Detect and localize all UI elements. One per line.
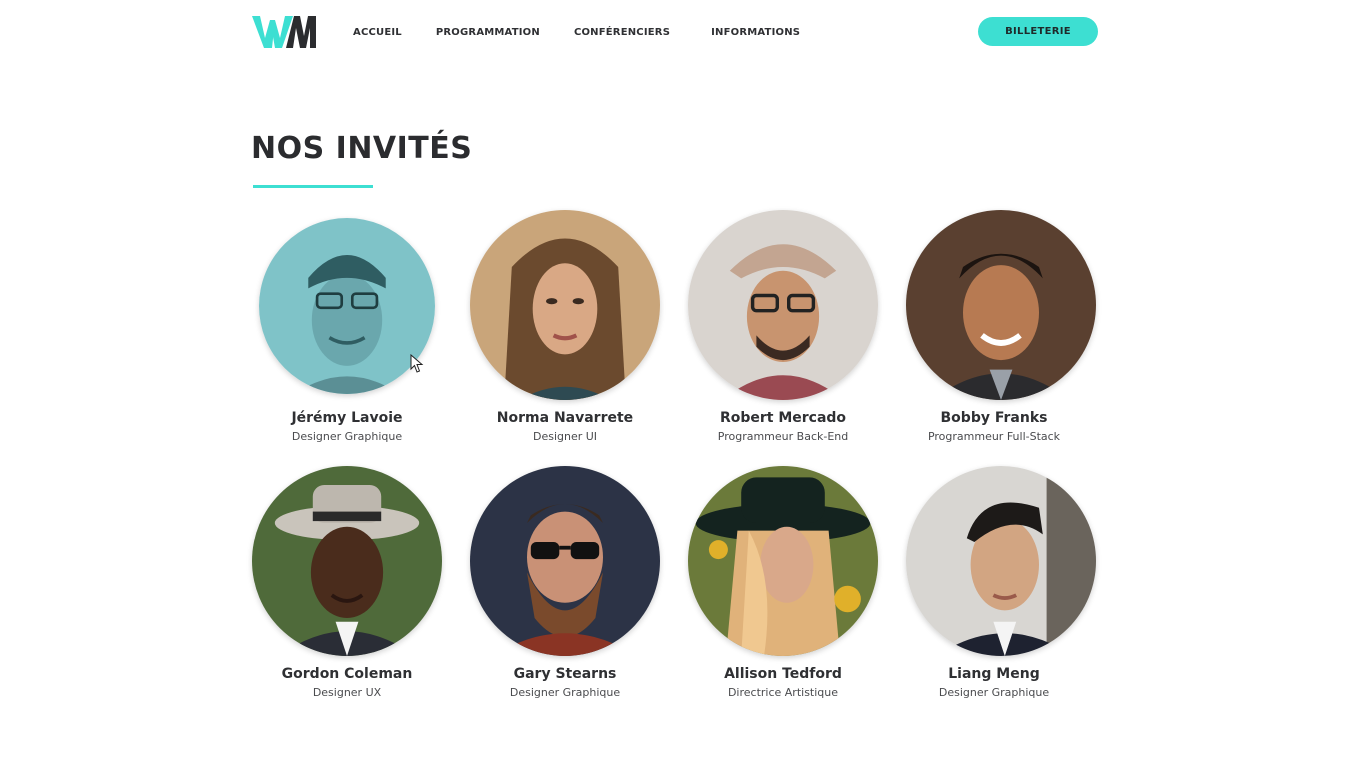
- avatar-allison-tedford[interactable]: [688, 466, 878, 656]
- guest-role: Directrice Artistique: [727, 686, 839, 699]
- portrait-icon: [688, 210, 878, 400]
- avatar-robert-mercado[interactable]: [688, 210, 878, 400]
- guest-role: Programmeur Back-End: [717, 430, 849, 443]
- guest-name: Jérémy Lavoie: [291, 410, 403, 426]
- portrait-icon: [252, 466, 442, 656]
- logo-icon: [252, 16, 316, 48]
- mouse-cursor-icon: [410, 354, 424, 373]
- portrait-icon: [906, 210, 1096, 400]
- nav-conferenciers[interactable]: CONFÉRENCIERS: [574, 27, 670, 38]
- guest-role: Programmeur Full-Stack: [927, 430, 1061, 443]
- avatar-bobby-franks[interactable]: [906, 210, 1096, 400]
- main-nav: ACCUEIL PROGRAMMATION CONFÉRENCIERS INFO…: [353, 25, 834, 39]
- portrait-icon: [906, 466, 1096, 656]
- guest-name: Allison Tedford: [724, 666, 842, 682]
- guest-name: Gordon Coleman: [281, 666, 413, 682]
- guest-role: Designer Graphique: [291, 430, 403, 443]
- portrait-icon: [259, 218, 435, 394]
- portrait-icon: [470, 210, 660, 400]
- ticket-button[interactable]: BILLETERIE: [978, 17, 1098, 46]
- portrait-icon: [470, 466, 660, 656]
- nav-informations[interactable]: INFORMATIONS: [711, 27, 800, 38]
- portrait-icon: [688, 466, 878, 656]
- guest-name: Liang Meng: [948, 666, 1040, 682]
- avatar-jeremy-lavoie[interactable]: [259, 218, 435, 394]
- nav-accueil[interactable]: ACCUEIL: [353, 27, 402, 38]
- avatar-gary-stearns[interactable]: [470, 466, 660, 656]
- avatar-norma-navarrete[interactable]: [470, 210, 660, 400]
- guest-role: Designer UI: [532, 430, 598, 443]
- guest-name: Robert Mercado: [719, 410, 847, 426]
- guest-name: Norma Navarrete: [496, 410, 634, 426]
- avatar-gordon-coleman[interactable]: [252, 466, 442, 656]
- guest-role: Designer Graphique: [509, 686, 621, 699]
- logo[interactable]: [252, 14, 318, 50]
- guest-role: Designer Graphique: [938, 686, 1050, 699]
- nav-programmation[interactable]: PROGRAMMATION: [436, 27, 540, 38]
- guest-role: Designer UX: [312, 686, 382, 699]
- guest-name: Gary Stearns: [513, 666, 617, 682]
- guest-name: Bobby Franks: [940, 410, 1048, 426]
- title-underline: [253, 185, 373, 188]
- page: ACCUEIL PROGRAMMATION CONFÉRENCIERS INFO…: [0, 0, 1350, 758]
- avatar-liang-meng[interactable]: [906, 466, 1096, 656]
- site-header: ACCUEIL PROGRAMMATION CONFÉRENCIERS INFO…: [0, 0, 1350, 64]
- section-title: NOS INVITÉS: [251, 131, 473, 166]
